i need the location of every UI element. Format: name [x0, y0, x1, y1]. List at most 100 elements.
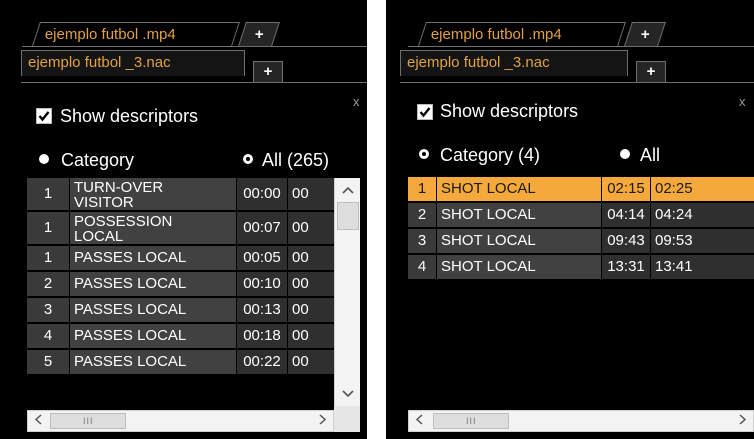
- horizontal-scroll-thumb[interactable]: III: [50, 413, 126, 429]
- horizontal-scrollbar[interactable]: III: [27, 410, 334, 432]
- add-tab-top-label: +: [640, 26, 650, 43]
- show-descriptors-checkbox[interactable]: [417, 104, 433, 120]
- chevron-up-icon: [341, 186, 354, 194]
- add-tab-bottom-label: +: [263, 63, 273, 80]
- table-row[interactable]: 4 SHOT LOCAL 13:31 13:41: [408, 255, 754, 279]
- row-category: PASSES LOCAL: [70, 298, 236, 322]
- table-row[interactable]: 3 PASSES LOCAL 00:13 00: [27, 298, 334, 322]
- category-radio-label: Category (4): [440, 145, 541, 165]
- tab-video-file-label: ejemplo futbol .mp4: [44, 26, 176, 43]
- row-category: TURN-OVER VISITOR: [70, 178, 236, 210]
- chevron-right-icon: [318, 414, 326, 425]
- table-row[interactable]: 1 SHOT LOCAL 02:15 02:25: [408, 177, 754, 201]
- row-end-time: 00: [288, 298, 334, 322]
- show-descriptors-label: Show descriptors: [60, 106, 199, 126]
- row-index: 2: [408, 203, 436, 227]
- all-radio[interactable]: [243, 154, 253, 164]
- scroll-right-button[interactable]: [733, 412, 751, 430]
- left-panel: ejemplo futbol .mp4 + ejemplo futbol _3.…: [0, 0, 367, 439]
- scroll-grip: III: [466, 416, 477, 426]
- vertical-scrollbar[interactable]: [334, 178, 360, 406]
- category-radio-label: Category: [61, 150, 135, 170]
- row-start-time: 02:15: [602, 177, 650, 201]
- row-start-time: 00:18: [237, 324, 287, 348]
- row-category: SHOT LOCAL: [437, 255, 601, 279]
- table-row[interactable]: 1 PASSES LOCAL 00:05 00: [27, 246, 334, 270]
- close-button[interactable]: x: [739, 94, 746, 109]
- table-row[interactable]: 1 TURN-OVER VISITOR 00:00 00: [27, 178, 334, 210]
- tab-divider: [22, 46, 367, 47]
- row-end-time: 00: [288, 178, 334, 210]
- row-category: SHOT LOCAL: [437, 229, 601, 253]
- row-start-time: 00:10: [237, 272, 287, 296]
- tab-nac-file-label: ejemplo futbol _3.nac: [28, 54, 171, 71]
- tab-video-file[interactable]: ejemplo futbol .mp4: [32, 22, 240, 46]
- row-end-time: 02:25: [651, 177, 754, 201]
- table-row[interactable]: 4 PASSES LOCAL 00:18 00: [27, 324, 334, 348]
- row-end-time: 00: [288, 272, 334, 296]
- table-row[interactable]: 5 PASSES LOCAL 00:22 00: [27, 350, 334, 374]
- chevron-right-icon: [738, 414, 746, 425]
- row-category: PASSES LOCAL: [70, 350, 236, 374]
- right-panel: ejemplo futbol .mp4 + ejemplo futbol _3.…: [386, 0, 754, 439]
- row-end-time: 00: [288, 212, 334, 244]
- row-index: 4: [27, 324, 69, 348]
- row-end-time: 09:53: [651, 229, 754, 253]
- horizontal-scroll-thumb[interactable]: III: [433, 413, 509, 429]
- tab-video-file-label: ejemplo futbol .mp4: [430, 26, 562, 43]
- chevron-left-icon: [415, 414, 423, 425]
- row-category: PASSES LOCAL: [70, 246, 236, 270]
- row-start-time: 09:43: [602, 229, 650, 253]
- row-category: POSSESSION LOCAL: [70, 212, 236, 244]
- scroll-right-button[interactable]: [313, 412, 331, 430]
- category-radio[interactable]: [419, 149, 429, 159]
- row-index: 3: [408, 229, 436, 253]
- row-start-time: 00:07: [237, 212, 287, 244]
- tab-nac-file[interactable]: ejemplo futbol _3.nac: [21, 50, 245, 76]
- add-tab-button-bottom[interactable]: +: [253, 61, 283, 82]
- scrollbar-corner: [334, 406, 360, 432]
- tab-divider-bottom: [21, 82, 367, 83]
- horizontal-scrollbar[interactable]: III: [408, 410, 754, 432]
- scroll-up-button[interactable]: [335, 178, 360, 200]
- table-row[interactable]: 2 PASSES LOCAL 00:10 00: [27, 272, 334, 296]
- table-row[interactable]: 3 SHOT LOCAL 09:43 09:53: [408, 229, 754, 253]
- row-category: SHOT LOCAL: [437, 177, 601, 201]
- add-tab-button-bottom[interactable]: +: [636, 61, 666, 82]
- checkmark-icon: [38, 111, 50, 122]
- vertical-scroll-thumb[interactable]: [337, 202, 359, 230]
- row-end-time: 00: [288, 350, 334, 374]
- row-end-time: 04:24: [651, 203, 754, 227]
- checkmark-icon: [419, 107, 431, 118]
- row-index: 2: [27, 272, 69, 296]
- scroll-left-button[interactable]: [29, 412, 47, 430]
- row-end-time: 00: [288, 324, 334, 348]
- add-tab-button-top[interactable]: +: [624, 22, 666, 46]
- row-end-time: 13:41: [651, 255, 754, 279]
- tab-nac-file[interactable]: ejemplo futbol _3.nac: [400, 50, 628, 76]
- table-row-partial: [27, 376, 334, 382]
- row-category: SHOT LOCAL: [437, 203, 601, 227]
- table-row[interactable]: 1 POSSESSION LOCAL 00:07 00: [27, 212, 334, 244]
- tab-divider-bottom: [400, 82, 754, 83]
- row-category: PASSES LOCAL: [70, 324, 236, 348]
- all-radio[interactable]: [620, 149, 630, 159]
- scroll-down-button[interactable]: [335, 384, 360, 406]
- scroll-left-button[interactable]: [410, 412, 428, 430]
- row-end-time: 00: [288, 246, 334, 270]
- table-row[interactable]: 2 SHOT LOCAL 04:14 04:24: [408, 203, 754, 227]
- category-radio[interactable]: [39, 154, 49, 164]
- add-tab-button-top[interactable]: +: [238, 22, 280, 46]
- tab-video-file[interactable]: ejemplo futbol .mp4: [418, 22, 626, 46]
- show-descriptors-checkbox[interactable]: [36, 108, 52, 124]
- close-button[interactable]: x: [353, 94, 360, 109]
- add-tab-bottom-label: +: [646, 63, 656, 80]
- row-index: 3: [27, 298, 69, 322]
- tab-nac-file-label: ejemplo futbol _3.nac: [407, 54, 550, 71]
- row-start-time: 00:05: [237, 246, 287, 270]
- chevron-left-icon: [34, 414, 42, 425]
- row-start-time: 00:13: [237, 298, 287, 322]
- row-start-time: 13:31: [602, 255, 650, 279]
- scroll-grip: III: [83, 416, 94, 426]
- row-start-time: 00:22: [237, 350, 287, 374]
